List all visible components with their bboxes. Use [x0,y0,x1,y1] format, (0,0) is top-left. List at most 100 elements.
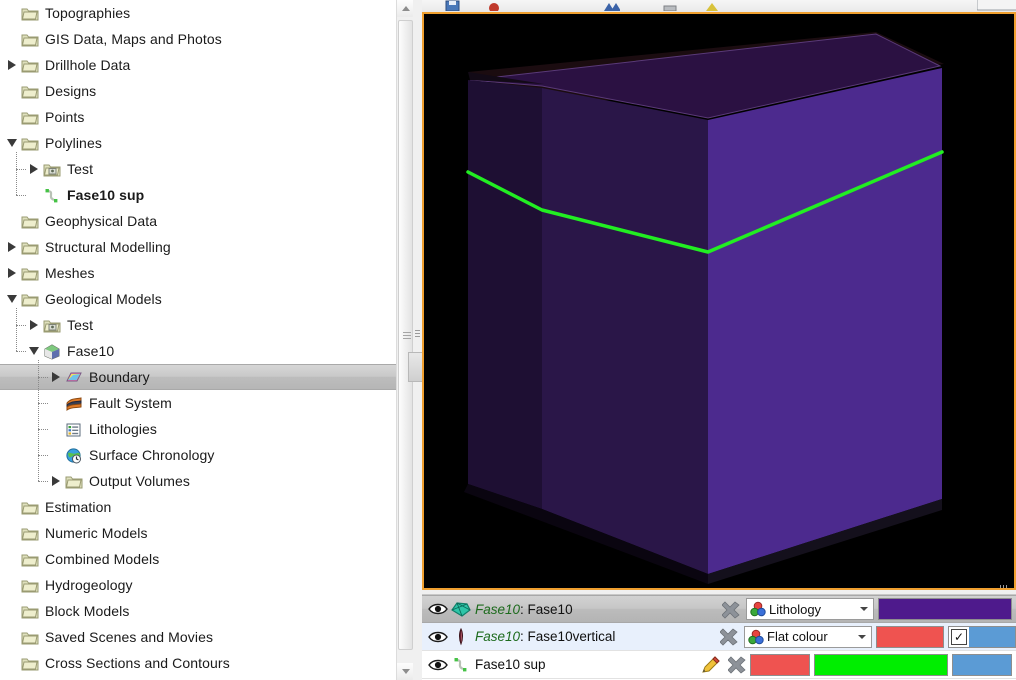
tree-item-label: Estimation [45,499,112,515]
tree-item-label: Lithologies [89,421,158,437]
tree-item-lithologies[interactable]: Lithologies [0,416,396,442]
colouring-dropdown[interactable]: Flat colour [744,625,872,648]
fault-system-icon [64,394,84,412]
scene-object-name-prefix: Fase10 [475,629,521,644]
toolbar-dropdown[interactable] [977,0,1016,11]
tree-item-fault-system[interactable]: Fault System [0,390,396,416]
chevron-up-icon [401,6,410,11]
tree-twisty-right[interactable] [4,57,20,73]
tree-twisty-none [48,447,64,463]
scroll-down-button[interactable] [397,663,414,680]
folder-icon [20,628,40,646]
colouring-dropdown-value: Flat colour [767,629,828,644]
tree-item-block-models[interactable]: Block Models [0,598,396,624]
tree-twisty-right[interactable] [48,473,64,489]
folder-icon [20,134,40,152]
tree-item-surface-chronology[interactable]: Surface Chronology [0,442,396,468]
tree-item-topographies[interactable]: Topographies [0,0,396,26]
opacity-checkbox[interactable]: ✓ [951,628,967,645]
tree-twisty-down[interactable] [26,343,42,359]
tree-item-output-volumes[interactable]: Output Volumes [0,468,396,494]
tree-item-test[interactable]: Test [0,156,396,182]
scene-object-name-separator: : [520,601,528,617]
tree-item-label: Fase10 [67,343,115,359]
polyline-icon [450,655,472,675]
tree-twisty-none [4,31,20,47]
colour-swatch-red[interactable] [750,653,811,676]
visibility-toggle-eye-icon[interactable] [426,601,450,617]
toolbar-measure-icon[interactable] [662,0,680,11]
edit-pencil-icon[interactable] [698,654,724,676]
scene-list-row[interactable]: Fase10: Fase10 Lithology [422,595,1016,623]
tree-item-label: Hydrogeology [45,577,133,593]
tree-item-numeric-models[interactable]: Numeric Models [0,520,396,546]
tree-item-test[interactable]: Test [0,312,396,338]
tree-item-estimation[interactable]: Estimation [0,494,396,520]
tree-item-saved-scenes-and-movies[interactable]: Saved Scenes and Movies [0,624,396,650]
visibility-toggle-eye-icon[interactable] [426,629,450,645]
tree-item-drillhole-data[interactable]: Drillhole Data [0,52,396,78]
scene-list-row[interactable]: Fase10: Fase10vertical Flat colour ✓ [422,623,1016,651]
tree-item-meshes[interactable]: Meshes [0,260,396,286]
toolbar-save-icon[interactable] [444,0,462,11]
colour-swatch-blue[interactable] [969,626,1015,647]
tree-item-polylines[interactable]: Polylines [0,130,396,156]
toolbar-record-icon[interactable] [486,0,504,11]
tree-item-hydrogeology[interactable]: Hydrogeology [0,572,396,598]
folder-icon [20,82,40,100]
opacity-checkbox-group[interactable]: ✓ [948,625,1016,648]
tree-item-designs[interactable]: Designs [0,78,396,104]
tree-twisty-down[interactable] [4,135,20,151]
remove-from-scene-icon[interactable] [716,626,742,648]
folder-icon [20,654,40,672]
scene-object-list[interactable]: Fase10: Fase10 Lithology Fase10: Fase10ver… [422,594,1016,680]
tree-twisty-none [4,213,20,229]
tree-item-fase10-sup[interactable]: Fase10 sup [0,182,396,208]
tree-item-structural-modelling[interactable]: Structural Modelling [0,234,396,260]
tree-item-points[interactable]: Points [0,104,396,130]
tree-item-label: Combined Models [45,551,160,567]
tree-twisty-right[interactable] [48,369,64,385]
scene-list-row[interactable]: Fase10 sup [422,651,1016,679]
viewport-resize-grip[interactable] [1000,580,1010,588]
project-tree[interactable]: Topographies GIS Data, Maps and Photos Dri… [0,0,396,676]
tree-twisty-right[interactable] [26,317,42,333]
scrollbar-thumb[interactable] [398,20,413,650]
tree-item-geophysical-data[interactable]: Geophysical Data [0,208,396,234]
toolbar-note-icon[interactable] [704,0,722,11]
panel-splitter[interactable] [408,0,427,680]
tree-twisty-right[interactable] [4,239,20,255]
folder-icon [20,4,40,22]
tree-item-combined-models[interactable]: Combined Models [0,546,396,572]
colour-swatch-red[interactable] [876,625,944,648]
colour-swatch-green[interactable] [814,653,949,676]
colouring-dropdown[interactable]: Lithology [746,598,875,620]
tree-item-cross-sections-and-contours[interactable]: Cross Sections and Contours [0,650,396,676]
scroll-up-button[interactable] [397,0,414,17]
tree-twisty-right[interactable] [26,161,42,177]
tree-item-fase10[interactable]: Fase10 [0,338,396,364]
geological-model-icon [42,342,62,360]
tree-item-label: Geological Models [45,291,162,307]
remove-from-scene-icon[interactable] [718,598,744,620]
application-window: Topographies GIS Data, Maps and Photos Dri… [0,0,1016,680]
folder-icon [20,30,40,48]
view-toolbar[interactable] [422,0,1016,12]
tree-item-gis-data-maps-and-photos[interactable]: GIS Data, Maps and Photos [0,26,396,52]
project-tree-scrollbar[interactable] [396,0,414,680]
tree-item-boundary[interactable]: Boundary [0,364,396,390]
vertical-fault-icon [450,627,472,647]
tree-twisty-right[interactable] [4,265,20,281]
scene-object-name-separator: : [520,629,528,644]
tree-item-geological-models[interactable]: Geological Models [0,286,396,312]
folder-icon [64,472,84,490]
toolbar-arrows-icon[interactable] [602,0,620,11]
tree-item-label: Geophysical Data [45,213,158,229]
colour-swatch-blue[interactable] [952,653,1013,676]
tree-twisty-down[interactable] [4,291,20,307]
visibility-toggle-eye-icon[interactable] [426,657,450,673]
colour-swatch-purple[interactable] [878,598,1013,620]
splitter-grip-icon [415,328,420,340]
3d-scene-viewport[interactable] [422,12,1016,590]
remove-from-scene-icon[interactable] [724,654,750,676]
